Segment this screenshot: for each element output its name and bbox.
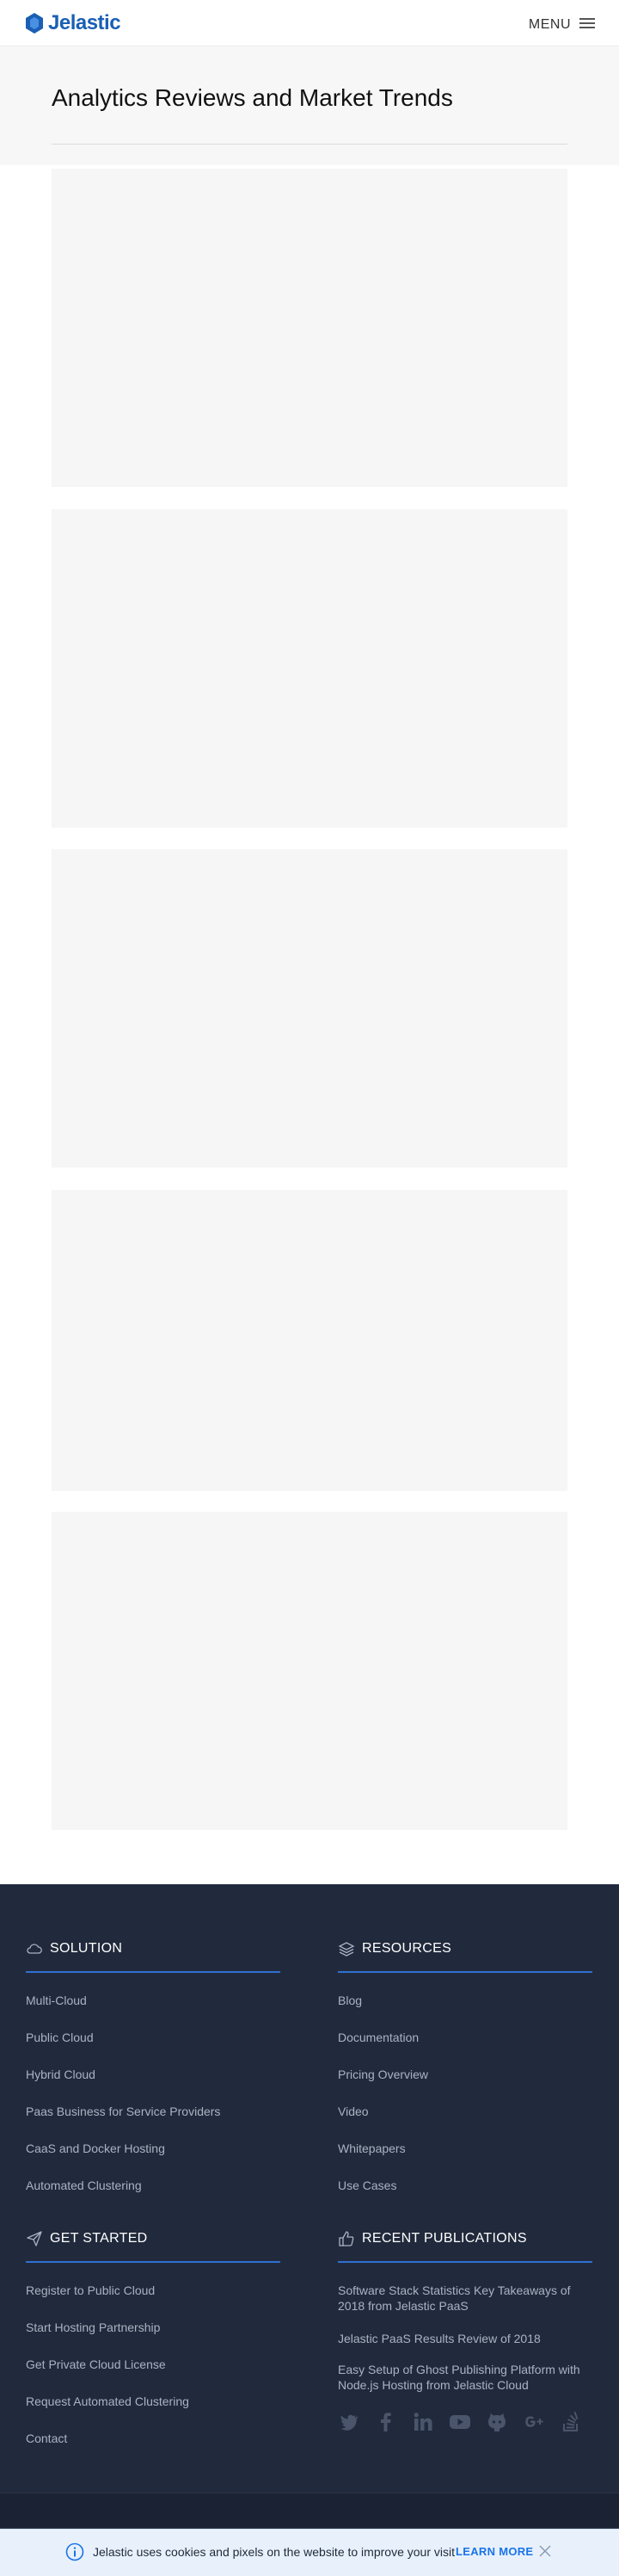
- publication-link[interactable]: Easy Setup of Ghost Publishing Platform …: [338, 2362, 596, 2393]
- footer-heading-rule: [26, 2261, 280, 2263]
- footer-link[interactable]: Hybrid Cloud: [26, 2068, 95, 2081]
- divider: [52, 144, 567, 145]
- social-links: [338, 2411, 597, 2433]
- publication-link[interactable]: Jelastic PaaS Results Review of 2018: [338, 2331, 596, 2346]
- close-icon[interactable]: [538, 2544, 552, 2558]
- footer-bottom-bar: [0, 2493, 619, 2527]
- footer-link[interactable]: Pricing Overview: [338, 2068, 428, 2081]
- footer-link[interactable]: Start Hosting Partnership: [26, 2320, 160, 2334]
- content-card: [52, 1512, 567, 1830]
- footer-link[interactable]: Video: [338, 2105, 369, 2118]
- footer-link[interactable]: Use Cases: [338, 2179, 396, 2192]
- logo-icon: [26, 13, 43, 34]
- site-header: Jelastic MENU: [0, 0, 619, 46]
- content-card: [52, 849, 567, 1168]
- footer-link[interactable]: Paas Business for Service Providers: [26, 2105, 220, 2118]
- footer-heading-rule: [338, 1971, 592, 1973]
- hero-section: Analytics Reviews and Market Trends: [0, 46, 619, 165]
- content-card: [52, 169, 567, 487]
- github-icon[interactable]: [486, 2411, 508, 2433]
- linkedin-icon[interactable]: [412, 2411, 434, 2433]
- thumbs-up-icon: [339, 2231, 354, 2246]
- cloud-icon: [27, 1944, 42, 1954]
- footer-resources-column: RESOURCES: [338, 1939, 592, 1973]
- footer-link[interactable]: Whitepapers: [338, 2142, 406, 2155]
- jelastic-logo[interactable]: Jelastic: [24, 11, 121, 34]
- footer-link[interactable]: Automated Clustering: [26, 2179, 142, 2192]
- google-plus-icon[interactable]: [523, 2411, 545, 2433]
- page-title: Analytics Reviews and Market Trends: [52, 84, 453, 111]
- stackoverflow-icon[interactable]: [560, 2411, 582, 2433]
- cookie-banner: Jelastic uses cookies and pixels on the …: [0, 2529, 619, 2576]
- content-card: [52, 1190, 567, 1491]
- publication-link[interactable]: Software Stack Statistics Key Takeaways …: [338, 2283, 596, 2314]
- footer-link[interactable]: CaaS and Docker Hosting: [26, 2142, 165, 2155]
- menu-button[interactable]: MENU: [529, 17, 571, 33]
- learn-more-link[interactable]: LEARN MORE: [456, 2545, 533, 2558]
- footer-heading: RESOURCES: [362, 1941, 452, 1956]
- footer-heading: RECENT PUBLICATIONS: [362, 2231, 527, 2246]
- footer-recent-publications-column: RECENT PUBLICATIONS: [338, 2229, 592, 2263]
- footer-link[interactable]: Request Automated Clustering: [26, 2394, 189, 2408]
- cookie-message: Jelastic uses cookies and pixels on the …: [93, 2545, 455, 2559]
- footer-link[interactable]: Contact: [26, 2431, 67, 2445]
- footer-link[interactable]: Register to Public Cloud: [26, 2283, 155, 2297]
- hamburger-icon[interactable]: [579, 18, 595, 28]
- footer-heading-rule: [338, 2261, 592, 2263]
- logo-text: Jelastic: [48, 11, 121, 34]
- footer-link[interactable]: Public Cloud: [26, 2031, 94, 2044]
- youtube-icon[interactable]: [449, 2411, 471, 2433]
- footer-get-started-column: GET STARTED: [26, 2229, 280, 2263]
- footer-solution-column: SOLUTION: [26, 1939, 280, 1973]
- footer-link[interactable]: Multi-Cloud: [26, 1994, 87, 2007]
- info-icon: [65, 2542, 84, 2561]
- footer-heading: SOLUTION: [50, 1941, 123, 1956]
- paper-plane-icon: [27, 2231, 42, 2246]
- footer-link[interactable]: Get Private Cloud License: [26, 2357, 166, 2371]
- facebook-icon[interactable]: [375, 2411, 397, 2433]
- twitter-icon[interactable]: [338, 2411, 360, 2433]
- footer-heading-rule: [26, 1971, 280, 1973]
- footer-heading: GET STARTED: [50, 2231, 148, 2246]
- layers-icon: [338, 1942, 355, 1957]
- content-card: [52, 509, 567, 828]
- footer-link[interactable]: Documentation: [338, 2031, 419, 2044]
- footer-link[interactable]: Blog: [338, 1994, 362, 2007]
